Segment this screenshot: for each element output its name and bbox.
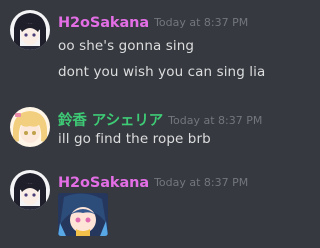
timestamp: Today at 8:37 PM xyxy=(154,16,249,29)
avatar[interactable] xyxy=(10,107,50,147)
message-text: ill go find the rope brb xyxy=(58,131,211,147)
avatar[interactable] xyxy=(10,170,50,210)
username[interactable]: H2oSakana xyxy=(58,175,149,191)
timestamp: Today at 8:37 PM xyxy=(154,176,249,189)
message-group-3: H2oSakana Today at 8:37 PM xyxy=(0,160,299,248)
avatar[interactable] xyxy=(10,10,50,50)
image-attachment[interactable] xyxy=(58,193,108,236)
timestamp: Today at 8:37 PM xyxy=(168,114,263,127)
message-text: oo she's gonna sing xyxy=(58,38,195,54)
message-group-1: H2oSakana Today at 8:37 PM oo she's gonna… xyxy=(0,0,299,90)
username[interactable]: H2oSakana xyxy=(58,15,149,31)
username[interactable]: 鈴香 アシェリア xyxy=(58,113,163,129)
message-text: dont you wish you can sing lia xyxy=(58,64,266,80)
anime-character-icon xyxy=(58,193,108,236)
message-group-2: 鈴香 アシェリア Today at 8:37 PM ill go find the… xyxy=(0,90,299,160)
